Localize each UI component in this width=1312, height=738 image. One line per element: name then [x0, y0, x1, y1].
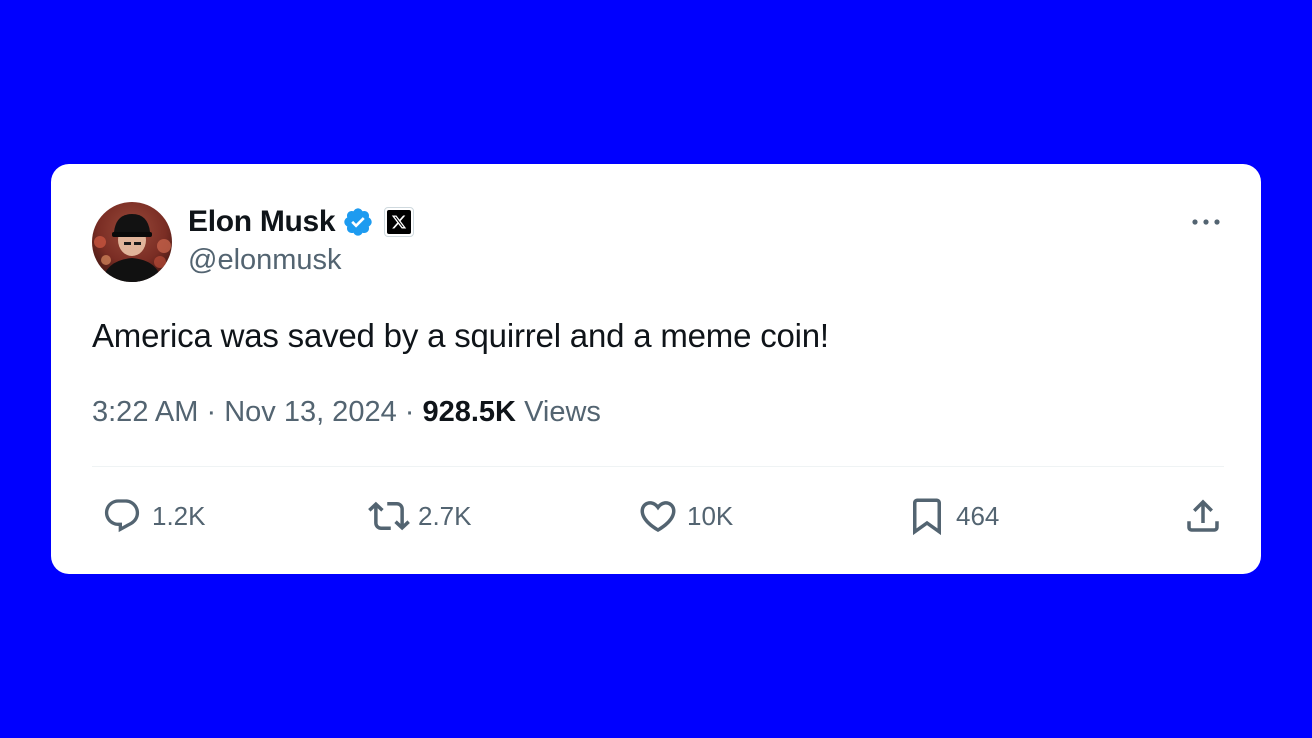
more-options-button[interactable] [1191, 208, 1221, 236]
avatar-image [92, 202, 172, 282]
bookmark-count: 464 [956, 500, 1000, 531]
retweet-count: 2.7K [418, 500, 472, 531]
tweet-meta: 3:22 AM · Nov 13, 2024 · 928.5K Views [92, 396, 601, 429]
tweet-date[interactable]: Nov 13, 2024 [224, 396, 397, 429]
author-row: Elon Musk [188, 204, 415, 240]
more-horizontal-icon [1192, 219, 1220, 225]
share-button[interactable] [1182, 492, 1224, 540]
views-count[interactable]: 928.5K [422, 396, 516, 429]
share-upload-icon [1187, 499, 1219, 532]
verified-badge-icon [342, 206, 374, 238]
tweet-text: America was saved by a squirrel and a me… [92, 317, 829, 354]
bookmark-icon [913, 498, 941, 536]
tweet-time[interactable]: 3:22 AM [92, 396, 198, 429]
author-handle[interactable]: @elonmusk [188, 244, 342, 277]
author-name[interactable]: Elon Musk [188, 205, 336, 239]
avatar[interactable] [92, 202, 172, 282]
views-label-text[interactable]: Views [524, 396, 601, 429]
divider [92, 466, 1224, 467]
retweet-icon [368, 501, 410, 531]
action-bar: 1.2K 2.7K 10K 464 [92, 492, 1224, 540]
reply-bubble-icon [104, 499, 140, 533]
like-count: 10K [687, 500, 734, 531]
tweet-card: Elon Musk @elonmusk America was saved by… [51, 164, 1261, 574]
x-logo-icon[interactable] [384, 207, 415, 237]
retweet-button[interactable]: 2.7K [368, 492, 472, 540]
reply-count: 1.2K [152, 500, 206, 531]
views-label [516, 396, 524, 429]
meta-separator: · [396, 396, 423, 428]
reply-button[interactable]: 1.2K [102, 492, 206, 540]
bookmark-button[interactable]: 464 [906, 492, 999, 540]
like-button[interactable]: 10K [637, 492, 733, 540]
heart-icon [640, 501, 676, 533]
meta-separator: · [198, 396, 225, 428]
